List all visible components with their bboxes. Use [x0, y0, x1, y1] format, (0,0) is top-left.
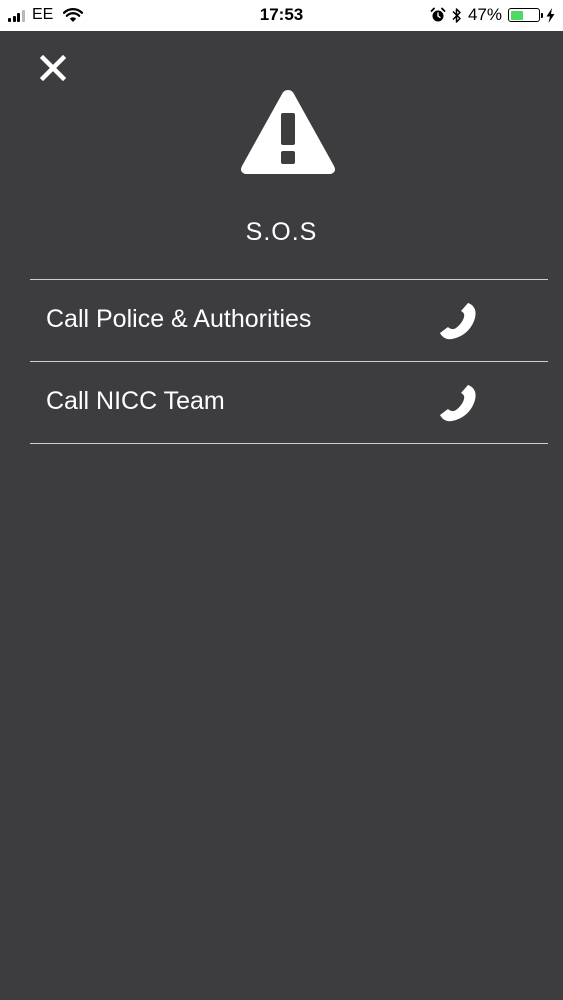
battery-percent: 47%: [467, 5, 502, 24]
status-right: 47%: [424, 5, 555, 25]
close-button[interactable]: [38, 53, 68, 83]
battery-icon: [508, 8, 543, 22]
menu-item-label: Call Police & Authorities: [46, 305, 312, 333]
phone-icon: [440, 385, 476, 422]
alarm-icon: [430, 7, 446, 22]
warning-icon: [241, 90, 335, 174]
close-icon: [39, 54, 67, 82]
phone-icon: [440, 303, 476, 340]
page-title: S.O.S: [245, 218, 318, 246]
bluetooth-icon: [452, 7, 461, 23]
charging-icon: [546, 7, 555, 23]
divider: [30, 443, 548, 444]
menu-item-call-police[interactable]: Call Police & Authorities: [30, 281, 548, 361]
divider: [30, 279, 548, 280]
status-bar: EE 17:53 47%: [0, 0, 563, 31]
menu-item-label: Call NICC Team: [46, 387, 225, 415]
divider: [30, 361, 548, 362]
menu-item-call-nicc[interactable]: Call NICC Team: [30, 363, 548, 443]
battery-level: [510, 10, 523, 20]
